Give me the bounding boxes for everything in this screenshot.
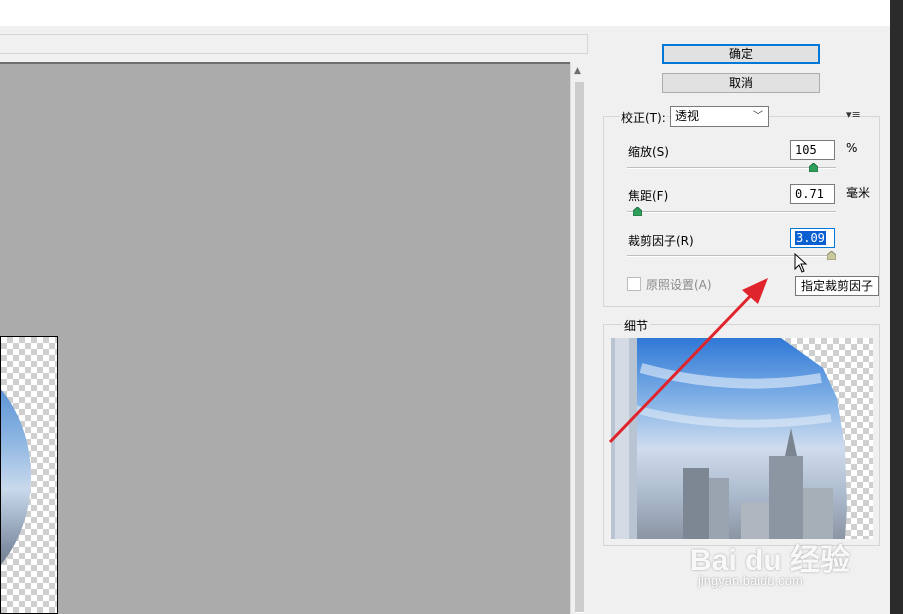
preview-image [611,338,847,539]
correction-value: 透视 [675,109,700,123]
vertical-scrollbar[interactable]: ▲ [570,62,587,614]
focal-length-slider-thumb[interactable] [632,207,642,216]
tooltip: 指定裁剪因子 [795,276,880,296]
scale-input[interactable]: 105 [790,140,835,160]
baidu-watermark: Bai du 经验 jingyan.baidu.com [690,535,860,595]
chevron-down-icon: ﹀ [753,111,763,122]
scroll-track[interactable] [575,82,584,613]
crop-factor-input[interactable]: 3.09 [790,228,835,248]
scale-label: 缩放(S) [628,145,669,159]
cancel-button[interactable]: 取消 [662,73,820,93]
image-preview-partial [0,336,58,614]
flyout-menu-icon[interactable]: ▾≡ [846,108,861,121]
distorted-image [1,357,31,597]
focal-length-label: 焦距(F) [628,189,669,203]
watermark-url: jingyan.baidu.com [698,573,803,588]
window-edge [890,0,903,614]
correction-select[interactable]: 透视 ﹀ [670,106,769,127]
focal-length-slider-track[interactable] [627,211,836,213]
crop-factor-slider-thumb[interactable] [827,251,837,260]
detail-preview[interactable] [611,338,873,539]
focal-length-unit: 毫米 [846,186,871,200]
correction-label: 校正(T): [620,109,667,126]
as-shot-label: 原照设置(A) [646,278,712,292]
scale-slider-track[interactable] [627,167,836,169]
scale-slider-thumb[interactable] [808,163,818,172]
crop-factor-slider-track[interactable] [627,255,836,257]
crop-factor-value: 3.09 [795,231,826,245]
crop-factor-label: 裁剪因子(R) [628,234,694,248]
scale-unit: % [846,141,858,155]
image-canvas[interactable] [0,62,570,614]
scroll-up-icon[interactable]: ▲ [574,66,581,76]
as-shot-checkbox[interactable] [627,277,641,291]
ok-button[interactable]: 确定 [662,44,820,64]
focal-length-input[interactable]: 0.71 [790,184,835,204]
detail-label: 细节 [622,317,651,334]
canvas-ruler-strip [0,34,588,54]
window-top-bar [0,0,890,26]
